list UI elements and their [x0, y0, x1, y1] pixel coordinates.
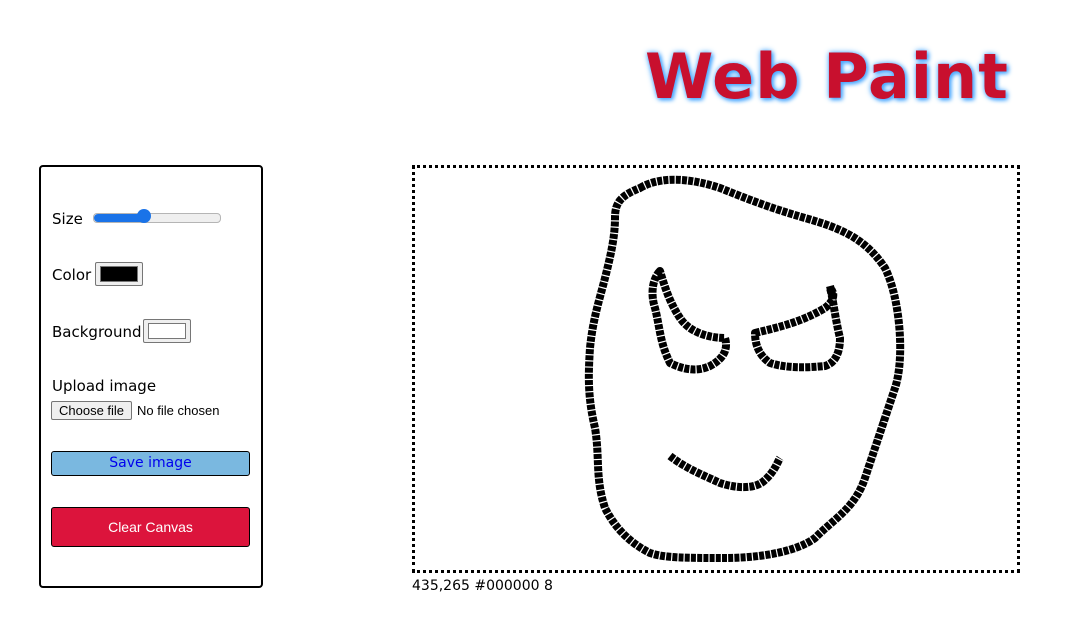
upload-label: Upload image: [52, 377, 157, 395]
size-slider[interactable]: [93, 209, 221, 223]
color-label: Color: [52, 266, 92, 284]
right-eye-stroke: [751, 284, 844, 372]
face-outline-stroke: [584, 175, 905, 562]
mouth-stroke: [667, 452, 784, 492]
app-title: Web Paint: [645, 40, 1009, 113]
color-picker[interactable]: [95, 262, 143, 286]
background-picker-swatch: [148, 323, 186, 339]
color-picker-swatch: [100, 266, 138, 282]
drawing-canvas[interactable]: [412, 165, 1020, 573]
background-label: Background: [52, 323, 142, 341]
choose-file-button[interactable]: Choose file: [51, 401, 133, 420]
file-status: No file chosen: [137, 403, 220, 418]
drawing-svg: [584, 175, 905, 562]
clear-canvas-button[interactable]: Clear Canvas: [51, 507, 250, 547]
cursor-status: 435,265 #000000 8: [412, 578, 553, 594]
tools-panel: Size Color Background Upload image Choos…: [39, 165, 263, 588]
left-eye-stroke: [648, 267, 731, 374]
save-image-button[interactable]: Save image: [51, 451, 250, 476]
size-slider-thumb[interactable]: [137, 209, 152, 223]
file-input: Choose file No file chosen: [51, 401, 219, 420]
background-picker[interactable]: [143, 319, 191, 343]
size-label: Size: [52, 210, 83, 228]
